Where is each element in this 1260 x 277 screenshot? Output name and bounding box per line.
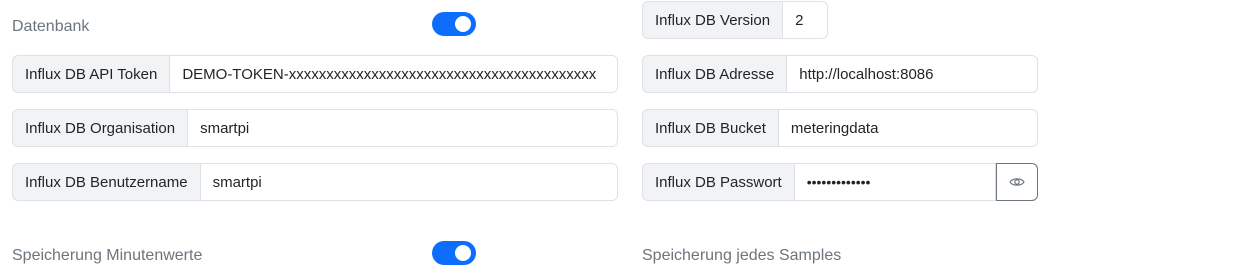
organisation-group: Influx DB Organisation smartpi <box>12 109 618 147</box>
version-input[interactable]: 2 <box>783 1 828 39</box>
address-input[interactable]: http://localhost:8086 <box>787 55 1038 93</box>
database-toggle[interactable] <box>432 12 476 36</box>
toggle-knob <box>455 245 471 261</box>
api-token-input[interactable]: DEMO-TOKEN-xxxxxxxxxxxxxxxxxxxxxxxxxxxxx… <box>170 55 618 93</box>
organisation-label: Influx DB Organisation <box>12 109 189 147</box>
username-label: Influx DB Benutzername <box>12 163 201 201</box>
bucket-input[interactable]: meteringdata <box>778 109 1038 147</box>
password-input[interactable]: ••••••••••••• <box>794 163 996 201</box>
password-group: Influx DB Passwort ••••••••••••• <box>642 163 1038 201</box>
eye-icon <box>1009 178 1025 186</box>
organisation-input[interactable]: smartpi <box>188 109 618 147</box>
bucket-group: Influx DB Bucket meteringdata <box>642 109 1038 147</box>
api-token-label: Influx DB API Token <box>12 55 171 93</box>
samples-label: Speicherung jedes Samples <box>642 247 842 264</box>
minute-values-label: Speicherung Minutenwerte <box>12 247 203 264</box>
password-label: Influx DB Passwort <box>642 163 795 201</box>
toggle-knob <box>455 16 471 32</box>
username-group: Influx DB Benutzername smartpi <box>12 163 618 201</box>
database-section-label: Datenbank <box>12 18 90 35</box>
bucket-label: Influx DB Bucket <box>642 109 779 147</box>
version-group: Influx DB Version 2 <box>642 1 828 39</box>
address-label: Influx DB Adresse <box>642 55 788 93</box>
show-password-button[interactable] <box>996 163 1038 201</box>
address-group: Influx DB Adresse http://localhost:8086 <box>642 55 1038 93</box>
minute-values-toggle[interactable] <box>432 241 476 265</box>
username-input[interactable]: smartpi <box>200 163 618 201</box>
api-token-group: Influx DB API Token DEMO-TOKEN-xxxxxxxxx… <box>12 55 618 93</box>
version-label: Influx DB Version <box>642 1 784 39</box>
